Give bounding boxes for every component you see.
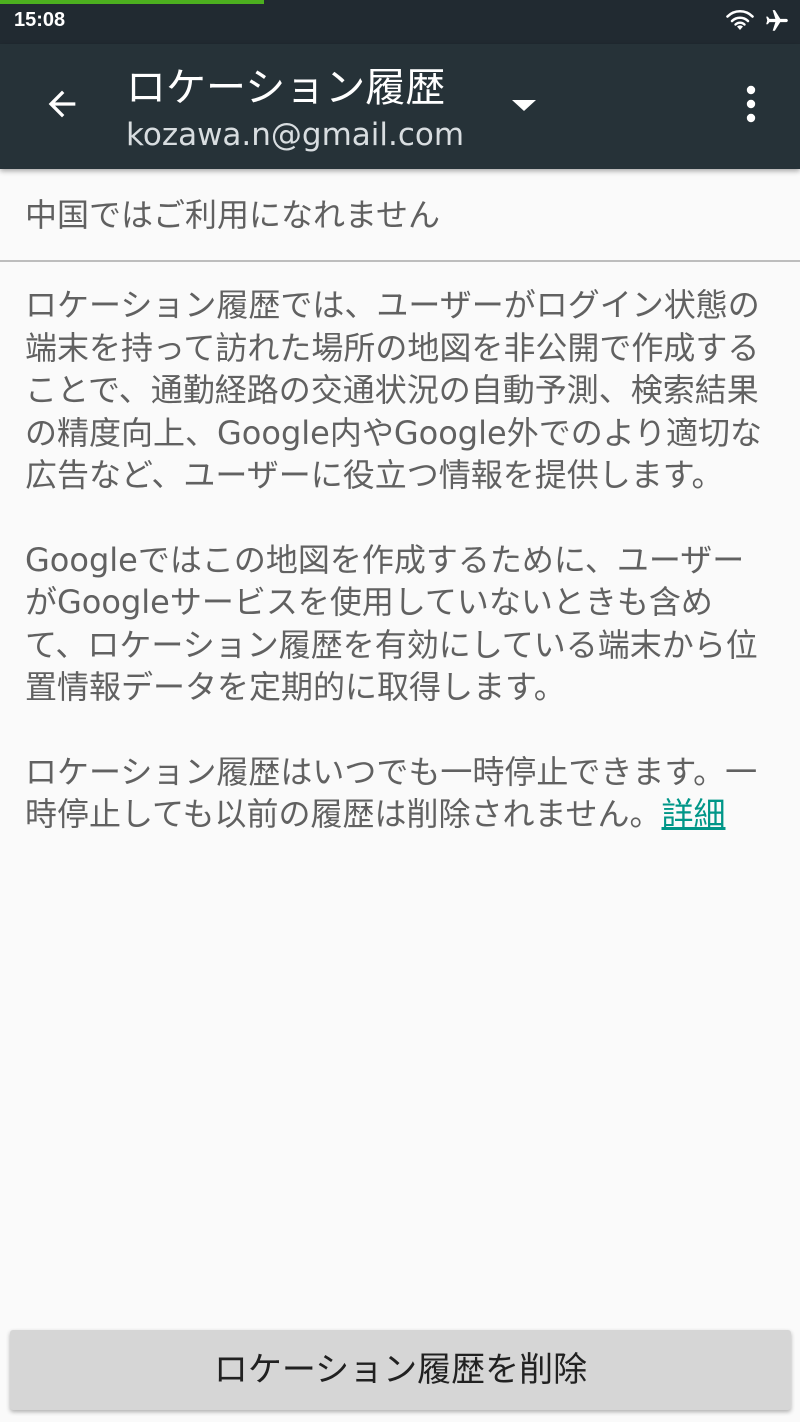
dropdown-triangle-icon (512, 97, 536, 116)
arrow-back-icon (42, 84, 82, 128)
more-vert-icon (745, 84, 757, 128)
description-paragraph-1: ロケーション履歴では、ユーザーがログイン状態の端末を持って訪れた場所の地図を非公… (25, 286, 763, 494)
status-time: 15:08 (14, 9, 66, 31)
pause-info-text: ロケーション履歴はいつでも一時停止できます。一時停止しても以前の履歴は削除されま… (25, 752, 758, 834)
description-paragraph-2: Googleではこの地図を作成するために、ユーザーがGoogleサービスを使用し… (25, 540, 758, 707)
app-bar: ロケーション履歴 kozawa.n@gmail.com (0, 44, 800, 169)
account-dropdown-button[interactable] (500, 84, 548, 128)
overflow-menu-button[interactable] (726, 76, 776, 136)
wifi-icon (726, 9, 754, 37)
unavailable-notice: 中国ではご利用になれません (0, 169, 800, 262)
back-button[interactable] (30, 74, 94, 138)
account-email: kozawa.n@gmail.com (126, 117, 465, 153)
description-paragraph-3: ロケーション履歴はいつでも一時停止できます。一時停止しても以前の履歴は削除されま… (25, 751, 775, 836)
airplane-icon (764, 8, 790, 38)
delete-history-button[interactable]: ロケーション履歴を削除 (10, 1330, 791, 1410)
status-icons (726, 8, 790, 38)
content: 中国ではご利用になれません ロケーション履歴では、ユーザーがログイン状態の端末を… (0, 169, 800, 878)
description: ロケーション履歴では、ユーザーがログイン状態の端末を持って訪れた場所の地図を非公… (0, 262, 800, 836)
status-bar: 15:08 (0, 0, 800, 44)
page-load-progress (0, 0, 264, 4)
learn-more-link[interactable]: 詳細 (661, 795, 725, 833)
page-title: ロケーション履歴 (126, 65, 446, 111)
